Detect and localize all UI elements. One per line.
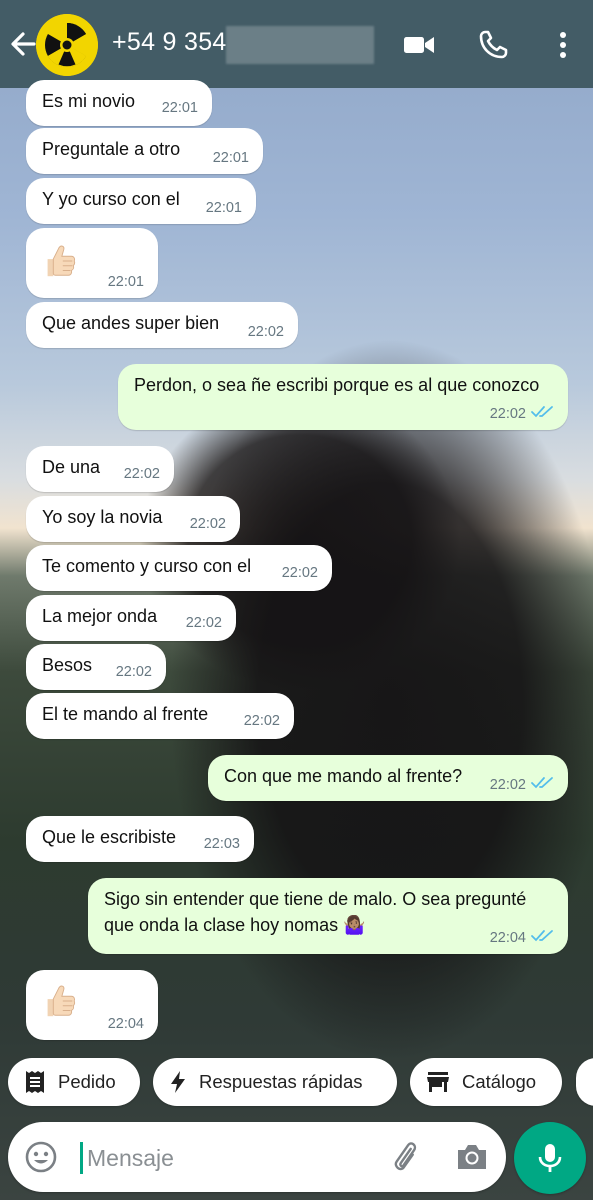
message-time-value: 22:04 — [489, 930, 526, 946]
message-time: 22:02 — [243, 713, 280, 729]
mic-icon — [538, 1144, 562, 1172]
contact-name[interactable]: +54 9 354 — [112, 28, 227, 57]
mic-button[interactable] — [514, 1122, 586, 1194]
message-time: 22:02 — [123, 466, 160, 482]
thumbs-up-icon — [47, 245, 76, 277]
message-time: 22:01 — [161, 100, 198, 116]
message-text: Te comento y curso con el — [42, 556, 252, 576]
message-bubble-incoming[interactable]: Yo soy la novia 22:02 — [26, 496, 240, 542]
message-time: 22:02 — [490, 775, 556, 793]
message-bubble-incoming[interactable]: De una 22:02 — [26, 446, 174, 492]
message-text: Preguntale a otro — [42, 139, 181, 159]
thumbs-up-icon — [47, 985, 76, 1017]
message-input[interactable] — [85, 1136, 389, 1180]
message-text: Y yo curso con el — [42, 189, 180, 209]
read-ticks-icon — [531, 930, 553, 942]
message-text: Que andes super bien — [42, 313, 220, 333]
message-bubble-incoming[interactable]: Te comento y curso con el 22:02 — [26, 545, 332, 591]
chip-label: Catálogo — [462, 1071, 537, 1092]
message-time: 22:01 — [107, 274, 144, 290]
message-time: 22:01 — [205, 200, 242, 216]
message-time: 22:02 — [490, 404, 556, 422]
message-text: La mejor onda — [42, 606, 158, 626]
message-time: 22:02 — [247, 324, 284, 340]
message-text-line: que onda la clase hoy nomas 🤷🏽‍♀️ — [104, 915, 366, 935]
message-text: Con que me mando al frente? — [224, 766, 463, 786]
message-bubble-incoming[interactable]: Que le escribiste 22:03 — [26, 816, 254, 862]
message-time: 22:02 — [281, 565, 318, 581]
message-bubble-incoming[interactable]: 22:01 — [26, 228, 158, 298]
chip-respuestas-rapidas[interactable]: Respuestas rápidas — [153, 1058, 397, 1106]
chip-pedido[interactable]: Pedido — [8, 1058, 140, 1106]
message-time: 22:04 — [490, 928, 556, 946]
message-text-line: Sigo sin entender que tiene de malo. O s… — [104, 889, 527, 909]
message-time: 22:01 — [212, 150, 249, 166]
message-time: 22:04 — [107, 1016, 144, 1032]
redaction-block — [226, 26, 374, 64]
message-time: 22:02 — [115, 664, 152, 680]
chip-label: Pedido — [58, 1071, 116, 1092]
more-vert-icon[interactable] — [546, 28, 580, 62]
chip-label: Respuestas rápidas — [199, 1071, 363, 1092]
message-time-value: 22:02 — [489, 406, 526, 422]
message-bubble-incoming[interactable]: Es mi novio 22:01 — [26, 80, 212, 126]
message-bubble-incoming[interactable]: Y yo curso con el 22:01 — [26, 178, 256, 224]
message-bubble-incoming[interactable]: Besos 22:02 — [26, 644, 166, 690]
message-text: Yo soy la novia — [42, 507, 163, 527]
message-composer — [8, 1122, 506, 1192]
message-text: Que le escribiste — [42, 827, 177, 847]
video-call-icon[interactable] — [402, 28, 436, 62]
message-bubble-incoming[interactable]: Preguntale a otro 22:01 — [26, 128, 263, 174]
camera-icon[interactable] — [454, 1140, 490, 1174]
message-bubble-outgoing[interactable]: Sigo sin entender que tiene de malo. O s… — [88, 878, 568, 954]
avatar[interactable] — [36, 14, 98, 76]
read-ticks-icon — [531, 777, 553, 789]
message-bubble-incoming[interactable]: El te mando al frente 22:02 — [26, 693, 294, 739]
chip-catalogo[interactable]: Catálogo — [410, 1058, 562, 1106]
message-bubble-outgoing[interactable]: Con que me mando al frente? 22:02 — [208, 755, 568, 801]
message-text: Es mi novio — [42, 91, 136, 111]
message-bubble-outgoing[interactable]: Perdon, o sea ñe escribi porque es al qu… — [118, 364, 568, 430]
message-bubble-incoming[interactable]: Que andes super bien 22:02 — [26, 302, 298, 348]
message-text: Besos — [42, 655, 93, 675]
message-time: 22:03 — [203, 836, 240, 852]
message-bubble-incoming[interactable]: 22:04 — [26, 970, 158, 1040]
text-cursor — [80, 1142, 83, 1174]
emoji-icon[interactable] — [24, 1140, 58, 1174]
message-text: El te mando al frente — [42, 704, 209, 724]
store-icon — [427, 1072, 449, 1092]
lightning-icon — [171, 1071, 185, 1093]
phone-icon[interactable] — [476, 28, 510, 62]
radiation-icon — [36, 14, 98, 76]
message-text: Perdon, o sea ñe escribi porque es al qu… — [134, 375, 540, 395]
message-bubble-incoming[interactable]: La mejor onda 22:02 — [26, 595, 236, 641]
message-time: 22:02 — [185, 615, 222, 631]
receipt-icon — [26, 1071, 44, 1093]
read-ticks-icon — [531, 406, 553, 418]
back-arrow-icon[interactable] — [8, 26, 38, 62]
message-time-value: 22:02 — [489, 777, 526, 793]
message-text: De una — [42, 457, 101, 477]
attach-icon[interactable] — [388, 1140, 422, 1174]
message-time: 22:02 — [189, 516, 226, 532]
chat-header: +54 9 354 — [0, 0, 593, 88]
